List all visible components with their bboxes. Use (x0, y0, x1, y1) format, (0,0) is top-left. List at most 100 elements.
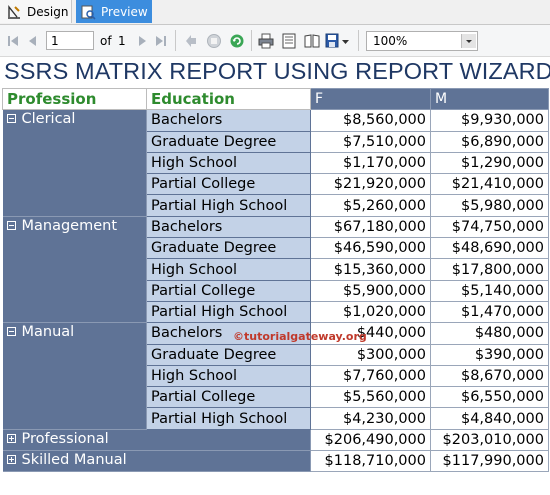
zoom-select[interactable]: 100% (366, 31, 478, 51)
tab-preview[interactable]: Preview (76, 0, 152, 23)
value-cell-f: $7,760,000 (310, 364, 431, 388)
value-cell-f: $67,180,000 (310, 215, 431, 239)
education-cell: Partial College (146, 279, 311, 302)
value-cell-m: $74,750,000 (430, 215, 549, 239)
group-skilled-manual: Skilled Manual (2, 450, 311, 473)
value-cell-f: $5,560,000 (310, 386, 431, 409)
expand-toggle-icon[interactable] (6, 433, 16, 443)
table-row: Professional $206,490,000 $203,010,000 (2, 428, 549, 452)
toolbar-separator (358, 30, 359, 51)
group-professional: Professional (2, 429, 311, 452)
group-label: Manual (21, 324, 75, 341)
total-pages: 1 (118, 34, 126, 48)
value-cell-m: $1,470,000 (430, 300, 549, 324)
header-education: Education (146, 87, 311, 111)
tab-design[interactable]: Design (0, 0, 72, 23)
toolbar-separator (175, 30, 176, 51)
header-profession: Profession (2, 87, 147, 111)
watermark: ©tutorialgateway.org (233, 330, 367, 343)
group-clerical: Clerical (2, 109, 147, 217)
collapse-toggle-icon[interactable] (6, 114, 16, 124)
education-cell: Partial College (146, 173, 311, 196)
education-cell: Partial High School (146, 407, 311, 430)
value-cell-m: $1,290,000 (430, 151, 549, 175)
education-cell: High School (146, 151, 311, 175)
value-cell-m: $480,000 (430, 322, 549, 345)
report-title: SSRS MATRIX REPORT USING REPORT WIZARD (4, 58, 550, 84)
table-row: Skilled Manual $118,710,000 $117,990,000 (2, 450, 549, 473)
table-row: Clerical Bachelors $8,560,000 $9,930,000 (2, 109, 549, 217)
value-cell-m: $21,410,000 (430, 173, 549, 196)
education-cell: Partial High School (146, 300, 311, 324)
value-cell-m: $48,690,000 (430, 237, 549, 260)
education-cell: Graduate Degree (146, 343, 311, 366)
last-page-icon[interactable] (153, 33, 169, 49)
group-label: Management (21, 217, 118, 234)
value-cell-f: $1,170,000 (310, 151, 431, 175)
value-cell-f: $5,900,000 (310, 279, 431, 302)
design-icon (8, 4, 20, 19)
previous-page-icon[interactable] (25, 33, 41, 49)
value-cell-m: $5,980,000 (430, 194, 549, 217)
value-cell-m: $6,550,000 (430, 386, 549, 409)
group-manual: Manual (2, 322, 147, 430)
education-cell: Bachelors (146, 109, 311, 132)
education-cell: Partial College (146, 386, 311, 409)
matrix-table: Profession Education F M Clerical Bachel… (2, 87, 549, 473)
stop-icon[interactable] (206, 33, 222, 49)
education-cell: High School (146, 258, 311, 281)
header-row: Profession Education F M (2, 87, 549, 111)
chevron-down-icon[interactable] (461, 34, 476, 48)
value-cell-m: $390,000 (430, 343, 549, 366)
table-row: Management Bachelors $67,180,000 $74,750… (2, 215, 549, 324)
print-layout-icon[interactable] (281, 33, 297, 49)
value-cell-m: $8,670,000 (430, 364, 549, 388)
next-page-icon[interactable] (134, 33, 150, 49)
value-cell-f: $4,230,000 (310, 407, 431, 430)
education-cell: Bachelors (146, 215, 311, 239)
value-cell-m: $9,930,000 (430, 109, 549, 132)
value-cell-m: $17,800,000 (430, 258, 549, 281)
value-cell-f: $8,560,000 (310, 109, 431, 132)
export-dropdown-icon[interactable] (341, 33, 350, 49)
value-cell-f: $15,360,000 (310, 258, 431, 281)
expand-toggle-icon[interactable] (6, 455, 16, 465)
export-icon[interactable] (325, 33, 341, 49)
education-cell: Graduate Degree (146, 237, 311, 260)
value-cell-f: $206,490,000 (310, 428, 431, 452)
collapse-toggle-icon[interactable] (6, 220, 16, 230)
header-col-f: F (310, 87, 431, 111)
first-page-icon[interactable] (5, 33, 21, 49)
value-cell-f: $46,590,000 (310, 237, 431, 260)
refresh-icon[interactable] (229, 33, 245, 49)
preview-icon (81, 5, 96, 20)
tab-preview-label: Preview (101, 4, 148, 19)
back-icon[interactable] (183, 33, 199, 49)
education-cell: High School (146, 364, 311, 388)
collapse-toggle-icon[interactable] (6, 327, 16, 337)
education-cell: Graduate Degree (146, 130, 311, 153)
tab-design-label: Design (27, 4, 69, 19)
group-label: Professional (21, 430, 109, 447)
view-tabs: Design Preview (0, 0, 550, 25)
header-col-m: M (430, 87, 549, 111)
zoom-value: 100% (373, 34, 408, 48)
value-cell-m: $4,840,000 (430, 407, 549, 430)
of-label: of (100, 34, 112, 48)
group-label: Clerical (21, 111, 76, 128)
value-cell-f: $7,510,000 (310, 130, 431, 153)
print-icon[interactable] (258, 33, 274, 49)
value-cell-f: $118,710,000 (310, 450, 431, 473)
group-label: Skilled Manual (21, 452, 127, 469)
value-cell-m: $203,010,000 (430, 428, 549, 452)
value-cell-f: $21,920,000 (310, 173, 431, 196)
page-number-input[interactable] (46, 31, 94, 50)
value-cell-m: $117,990,000 (430, 450, 549, 473)
value-cell-f: $5,260,000 (310, 194, 431, 217)
value-cell-f: $300,000 (310, 343, 431, 366)
page-setup-icon[interactable] (304, 33, 320, 49)
value-cell-m: $5,140,000 (430, 279, 549, 302)
education-cell: Partial High School (146, 194, 311, 217)
value-cell-m: $6,890,000 (430, 130, 549, 153)
toolbar-separator (251, 30, 252, 51)
